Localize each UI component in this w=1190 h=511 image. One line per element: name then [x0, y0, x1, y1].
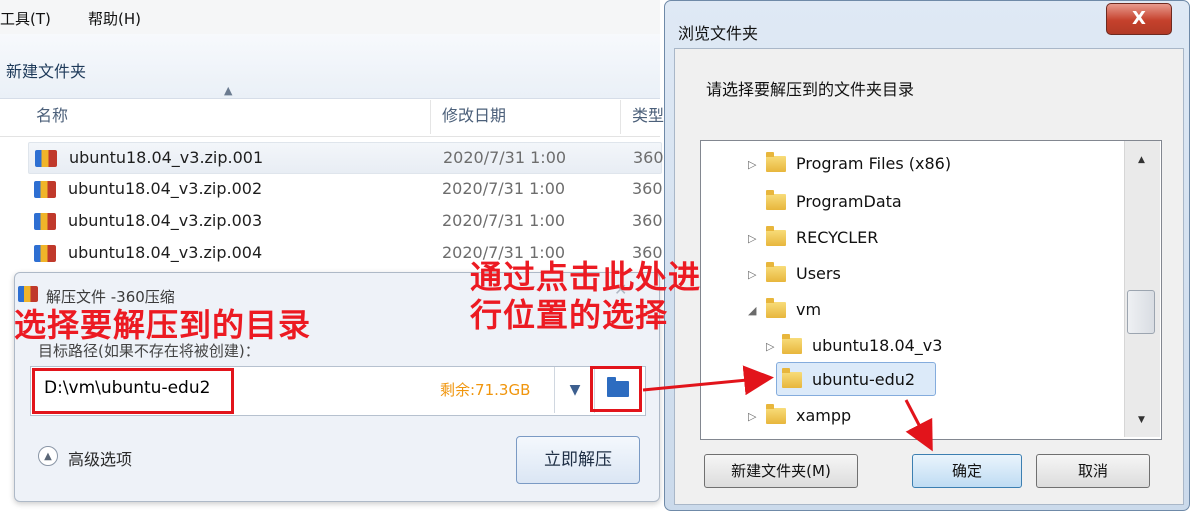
arrow-to-ok [904, 399, 933, 452]
annotation-arrows [642, 365, 933, 452]
arrow-to-tree [642, 365, 774, 396]
